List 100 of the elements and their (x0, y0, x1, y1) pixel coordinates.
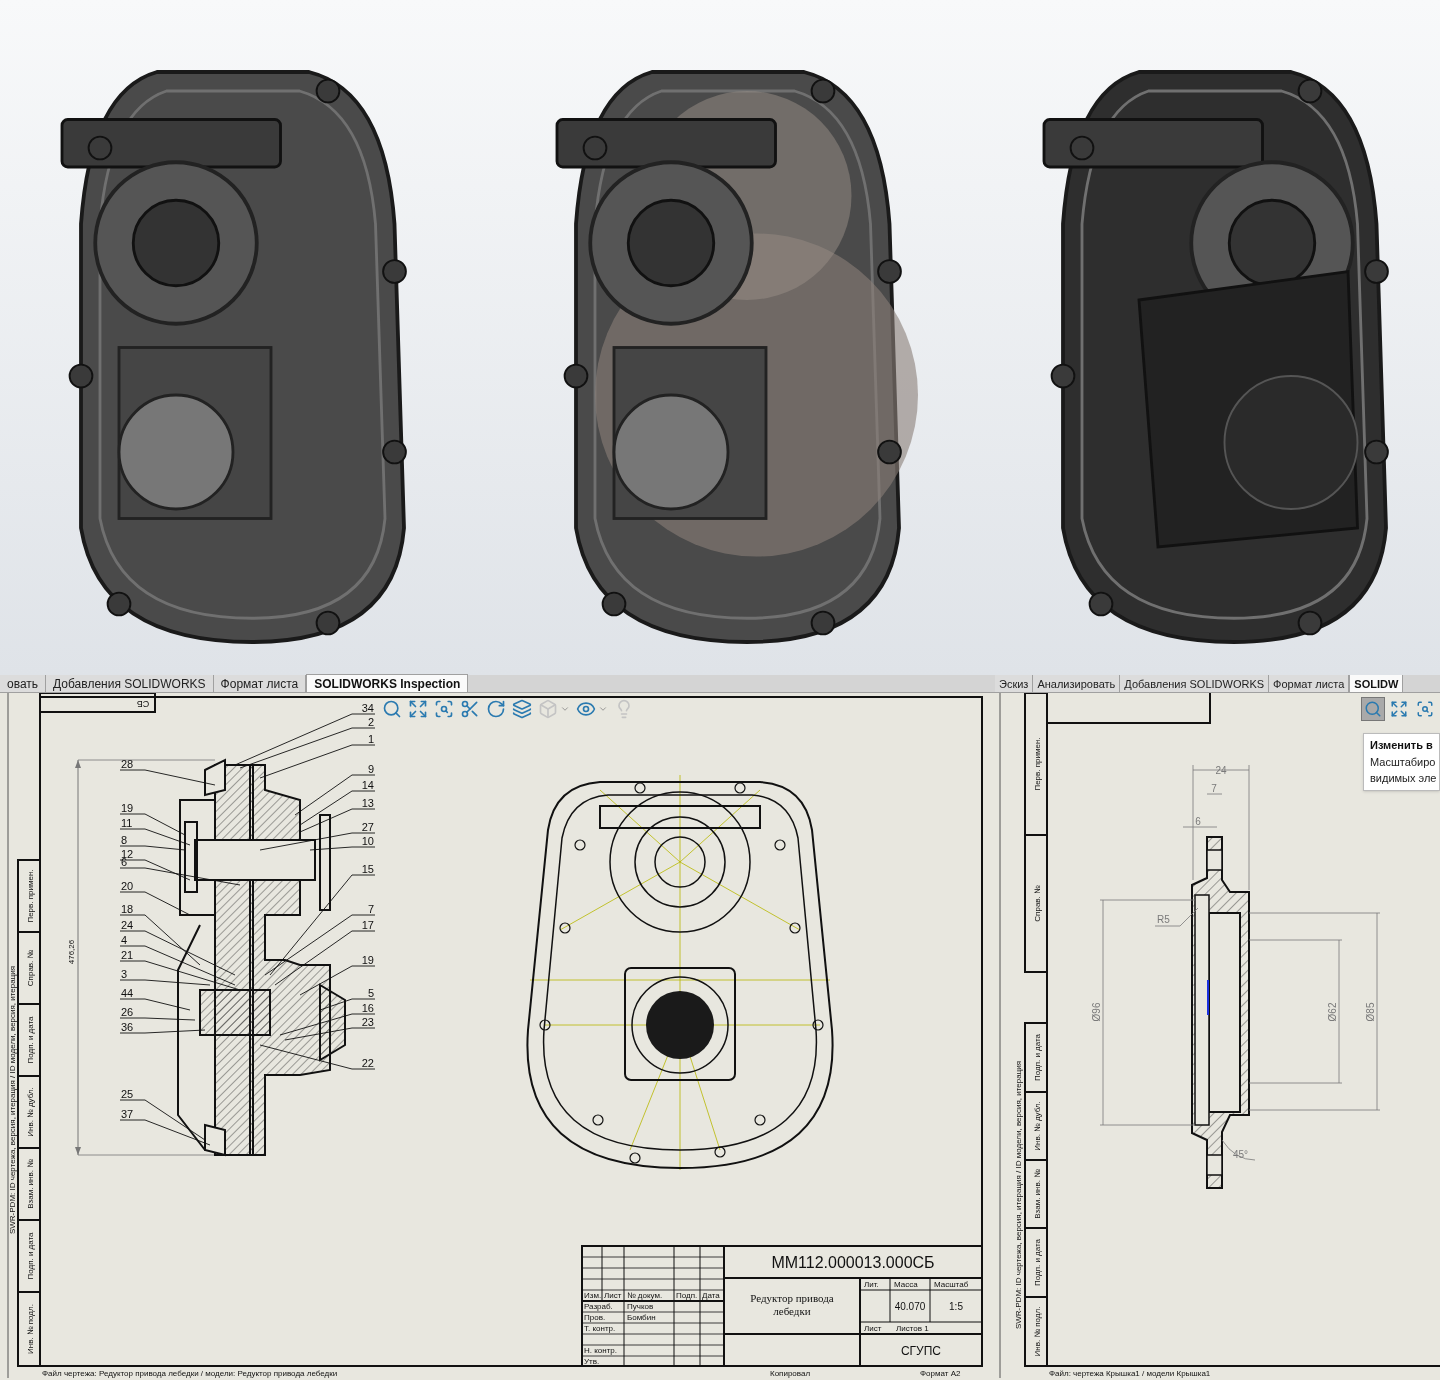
ribbon-tab[interactable]: SOLIDW (1349, 675, 1404, 692)
scan-magnifier-icon (1416, 700, 1434, 718)
balloon-number: 22 (361, 1057, 374, 1069)
side-label: Подп. и дата (1033, 1238, 1042, 1287)
file-label: Файл чертежа: Редуктор привода лебедки / модели: Редуктор привода лебедки (42, 1369, 338, 1378)
leader-line (119, 813, 186, 836)
balloon-number: 14 (361, 779, 374, 791)
title-block-header: № докум. (627, 1291, 663, 1300)
dimension-value: 7 (1211, 783, 1217, 794)
balloon-number: 26 (121, 1006, 134, 1018)
side-label: Инв. № подл. (1033, 1306, 1042, 1357)
balloon-number: 20 (121, 880, 134, 892)
title-block-name: Бомбин (627, 1313, 656, 1322)
expand-icon (408, 699, 428, 719)
stamp-label: СБ (136, 699, 150, 709)
title-block-role: Утв. (584, 1357, 600, 1366)
title-block-header: Изм. (584, 1291, 602, 1300)
side-label: Справ. № (26, 949, 35, 987)
caret-icon (598, 704, 608, 714)
balloon-number: 13 (361, 797, 374, 809)
magnifier-icon (382, 699, 402, 719)
mass-label: Масса (894, 1280, 918, 1289)
balloon-number: 4 (121, 934, 128, 946)
side-label: Перв. примен. (1033, 737, 1042, 791)
balloon-number: 36 (121, 1021, 134, 1033)
side-label: Инв. № подл. (26, 1304, 35, 1354)
pdm-label: SWR-PDM: ID чертежа, версия, итерация / ID модели, версия, итерация (1014, 1060, 1023, 1330)
side-label: Инв. № дубл. (26, 1087, 35, 1137)
balloon-number: 3 (121, 968, 128, 980)
scissors-icon (460, 699, 480, 719)
balloon-number: 24 (121, 919, 134, 931)
file-label: Файл: чертежа Крышка1 / модели Крышка1 (1049, 1369, 1211, 1378)
sheet-label: Лист (864, 1324, 882, 1333)
side-label: Перв. примен. (26, 869, 35, 923)
balloon-number: 15 (361, 863, 374, 875)
balloon-number: 9 (367, 763, 374, 775)
toolbar-button[interactable] (510, 697, 534, 721)
dimension-value: R5 (1157, 914, 1170, 925)
balloon-number: 28 (121, 758, 134, 770)
balloon-number: 37 (121, 1108, 134, 1120)
tooltip-text: Масштабиро (1370, 754, 1437, 770)
balloon-number: 23 (361, 1016, 374, 1028)
side-label: Подп. и дата (26, 1232, 35, 1280)
balloon-number: 21 (121, 949, 134, 961)
side-label: Взам. инв. № (26, 1159, 35, 1209)
scale-label: Масштаб (934, 1280, 969, 1289)
ribbon-tab[interactable]: Анализировать (1033, 675, 1121, 692)
title-block-role: Разраб. (584, 1302, 613, 1311)
balloon-number: 44 (121, 987, 134, 999)
caret-icon (560, 704, 570, 714)
tooltip-text: видимых эле (1370, 771, 1438, 786)
dimension-value: 45° (1233, 1149, 1249, 1160)
balloon-number: 5 (367, 987, 374, 999)
balloon-number: 2 (367, 716, 374, 728)
dimension-value: Ø62 (1327, 1002, 1338, 1022)
magnifier-icon (1364, 700, 1382, 718)
ribbon-tab[interactable]: SOLIDWORKS Inspection (306, 674, 469, 692)
ribbon-tab[interactable]: Формат листа (1269, 675, 1350, 692)
expand-icon (1390, 700, 1408, 718)
sheets-label: Листов 1 (896, 1324, 929, 1333)
title-block-header: Лист (604, 1291, 622, 1300)
dimension-value: 476,26 (67, 939, 76, 965)
dimension-value: 24 (1215, 765, 1227, 776)
drawing-name: лебедки (773, 1305, 811, 1317)
title-block-role: Пров. (584, 1313, 606, 1322)
eye-icon (576, 699, 596, 719)
leader-line (319, 998, 376, 1011)
rotate-icon (486, 699, 506, 719)
balloon-number: 27 (361, 821, 374, 833)
mass-value: 40.070 (894, 1301, 926, 1312)
balloon-number: 34 (361, 702, 374, 714)
balloon-number: 7 (367, 903, 374, 915)
dimension-value: Ø96 (1091, 1002, 1102, 1022)
scan-magnifier-icon (434, 699, 454, 719)
balloon-number: 11 (121, 817, 133, 829)
balloon-number: 10 (361, 835, 374, 847)
balloon-number: 18 (121, 903, 134, 915)
organization-name: СГУПС (900, 1344, 942, 1358)
balloon-number: 17 (361, 919, 374, 931)
ribbon-tab[interactable]: Добавления SOLIDWORKS (46, 675, 214, 692)
title-block-header: Дата (702, 1291, 720, 1300)
format-label: Формат A2 (920, 1369, 961, 1378)
side-label: Подп. и дата (1033, 1033, 1042, 1082)
dimension-value: 6 (1195, 816, 1201, 827)
title-block-role: Т. контр. (584, 1324, 616, 1333)
layers-icon (512, 699, 532, 719)
tooltip-title: Изменить в (1370, 738, 1434, 753)
dimension-value: Ø85 (1365, 1002, 1376, 1022)
title-block-header: Подп. (676, 1291, 698, 1300)
side-label: Инв. № дубл. (1033, 1101, 1042, 1151)
lit-label: Лит. (864, 1280, 879, 1289)
ribbon-tab[interactable]: Добавления SOLIDWORKS (1120, 675, 1270, 692)
pdm-label: SWR-PDM: ID чертежа, версия, итерация / ID модели, версия, итерация (8, 965, 17, 1235)
ribbon-tab[interactable]: Формат листа (213, 675, 307, 692)
drawing-name: Редуктор привода (750, 1292, 834, 1304)
ribbon-tab[interactable]: Эскиз (995, 675, 1034, 692)
balloon-number: 19 (121, 802, 134, 814)
ribbon-tab[interactable]: овать (0, 675, 47, 692)
title-block-name: Пучков (627, 1302, 654, 1311)
balloon-number: 19 (361, 954, 374, 966)
